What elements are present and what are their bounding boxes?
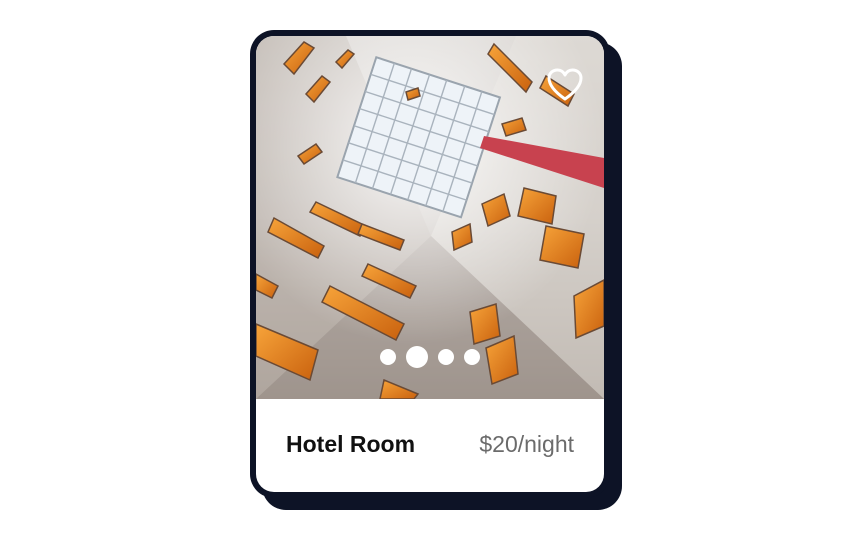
carousel-dot-4[interactable] [464, 349, 480, 365]
listing-card[interactable]: Hotel Room $20/night [250, 30, 610, 498]
carousel-indicators [256, 346, 604, 368]
carousel-dot-1[interactable] [380, 349, 396, 365]
carousel-dot-2-active[interactable] [406, 346, 428, 368]
listing-card-body: Hotel Room $20/night [256, 36, 604, 492]
favorite-button[interactable] [546, 66, 584, 104]
carousel-dot-3[interactable] [438, 349, 454, 365]
listing-photo[interactable] [256, 36, 604, 399]
listing-info: Hotel Room $20/night [256, 399, 604, 489]
listing-price: $20/night [479, 430, 574, 457]
heart-icon [547, 68, 583, 101]
listing-title: Hotel Room [286, 430, 416, 457]
